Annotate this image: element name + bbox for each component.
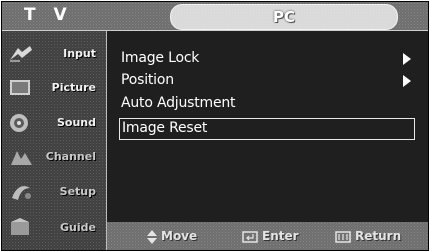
sidebar-item-setup[interactable]: Setup	[2, 177, 106, 207]
menu-item-label: Auto Adjustment	[121, 95, 236, 111]
guide-icon	[11, 218, 29, 235]
menu-title-tab: PC	[170, 4, 398, 30]
sidebar-item-label: Sound	[56, 116, 96, 129]
sound-icon	[10, 114, 28, 132]
menu-item-image-lock[interactable]: Image Lock	[119, 49, 415, 70]
move-icon	[147, 229, 157, 244]
source-title: T V	[24, 5, 73, 25]
main-menu: Image Lock Position Auto Adjustment Imag…	[107, 31, 428, 250]
top-bar: T V PC	[2, 2, 428, 31]
sidebar-item-sound[interactable]: Sound	[2, 108, 106, 138]
return-icon	[335, 230, 351, 243]
return-hint-label: Return	[355, 229, 402, 243]
bottom-hint-bar: Move Enter Return	[107, 222, 428, 250]
sidebar-item-label: Input	[63, 47, 96, 60]
sidebar-item-channel[interactable]: Channel	[2, 142, 106, 172]
sidebar-item-label: Picture	[51, 81, 96, 94]
sidebar-item-picture[interactable]: Picture	[2, 73, 106, 103]
menu-item-auto-adjustment[interactable]: Auto Adjustment	[119, 94, 415, 115]
move-hint-label: Move	[161, 229, 198, 243]
enter-icon	[242, 230, 258, 243]
menu-item-label: Position	[121, 72, 174, 88]
sidebar-item-label: Channel	[45, 150, 96, 163]
osd-menu-window: T V PC Input Picture Sound Channel Setup…	[1, 1, 429, 251]
picture-icon	[10, 80, 30, 95]
input-icon	[10, 46, 32, 62]
sidebar-item-input[interactable]: Input	[2, 39, 106, 69]
enter-hint: Enter	[242, 229, 299, 243]
sidebar-item-guide[interactable]: Guide	[2, 213, 106, 243]
submenu-arrow-icon	[403, 75, 411, 87]
submenu-arrow-icon	[403, 53, 411, 65]
menu-item-label: Image Reset	[122, 120, 208, 136]
channel-icon	[11, 151, 32, 165]
move-hint: Move	[147, 229, 197, 244]
setup-icon	[12, 186, 31, 200]
return-hint: Return	[335, 229, 401, 243]
menu-item-position[interactable]: Position	[119, 71, 415, 92]
sidebar-item-label: Setup	[59, 185, 96, 198]
sidebar: Input Picture Sound Channel Setup Guide	[2, 31, 107, 250]
menu-item-label: Image Lock	[121, 50, 200, 66]
sidebar-item-label: Guide	[60, 221, 96, 234]
menu-item-image-reset[interactable]: Image Reset	[119, 118, 415, 140]
enter-hint-label: Enter	[262, 229, 299, 243]
menu-title: PC	[272, 8, 295, 26]
